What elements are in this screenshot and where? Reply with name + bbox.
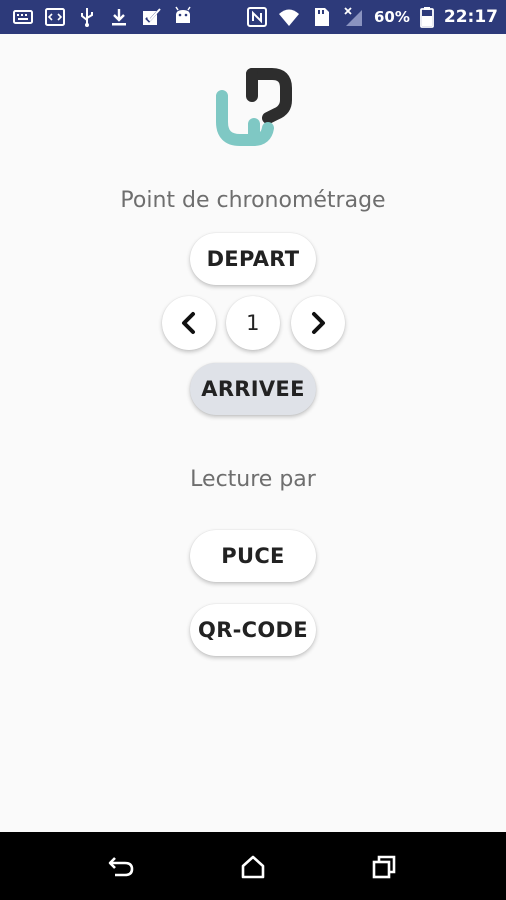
recents-icon (372, 855, 396, 879)
arrivee-button[interactable]: ARRIVEE (190, 363, 316, 415)
status-bar: 60% 22:17 (0, 0, 506, 34)
chevron-left-icon (182, 312, 195, 334)
navigation-bar (0, 832, 506, 900)
battery-icon (419, 6, 434, 28)
nfc-icon (246, 6, 268, 28)
battery-percent: 60% (373, 8, 410, 26)
signal-off-icon (342, 6, 364, 28)
chain-link-logo (214, 68, 294, 148)
chevron-right-icon (312, 312, 325, 334)
point-number[interactable]: 1 (226, 296, 280, 350)
system-icons: 60% 22:17 (246, 6, 498, 28)
home-button[interactable] (236, 850, 270, 884)
next-point-button[interactable] (291, 296, 345, 350)
back-icon (108, 857, 134, 877)
depart-button[interactable]: DEPART (190, 233, 316, 285)
clock: 22:17 (443, 7, 498, 27)
android-icon (172, 6, 194, 28)
tasks-icon (140, 6, 162, 28)
timing-point-heading: Point de chronométrage (120, 188, 386, 213)
keyboard-icon (12, 6, 34, 28)
recents-button[interactable] (367, 850, 401, 884)
code-icon (44, 6, 66, 28)
notification-icons (12, 6, 194, 28)
download-icon (108, 6, 130, 28)
sd-card-icon (310, 6, 332, 28)
reading-mode-heading: Lecture par (190, 467, 316, 492)
back-button[interactable] (104, 850, 138, 884)
wifi-icon (278, 6, 300, 28)
home-icon (241, 855, 265, 879)
previous-point-button[interactable] (162, 296, 216, 350)
qr-code-button[interactable]: QR-CODE (190, 604, 316, 656)
usb-icon (76, 6, 98, 28)
puce-button[interactable]: PUCE (190, 530, 316, 582)
main-content: Point de chronométrage DEPART 1 ARRIVEE … (0, 34, 506, 832)
